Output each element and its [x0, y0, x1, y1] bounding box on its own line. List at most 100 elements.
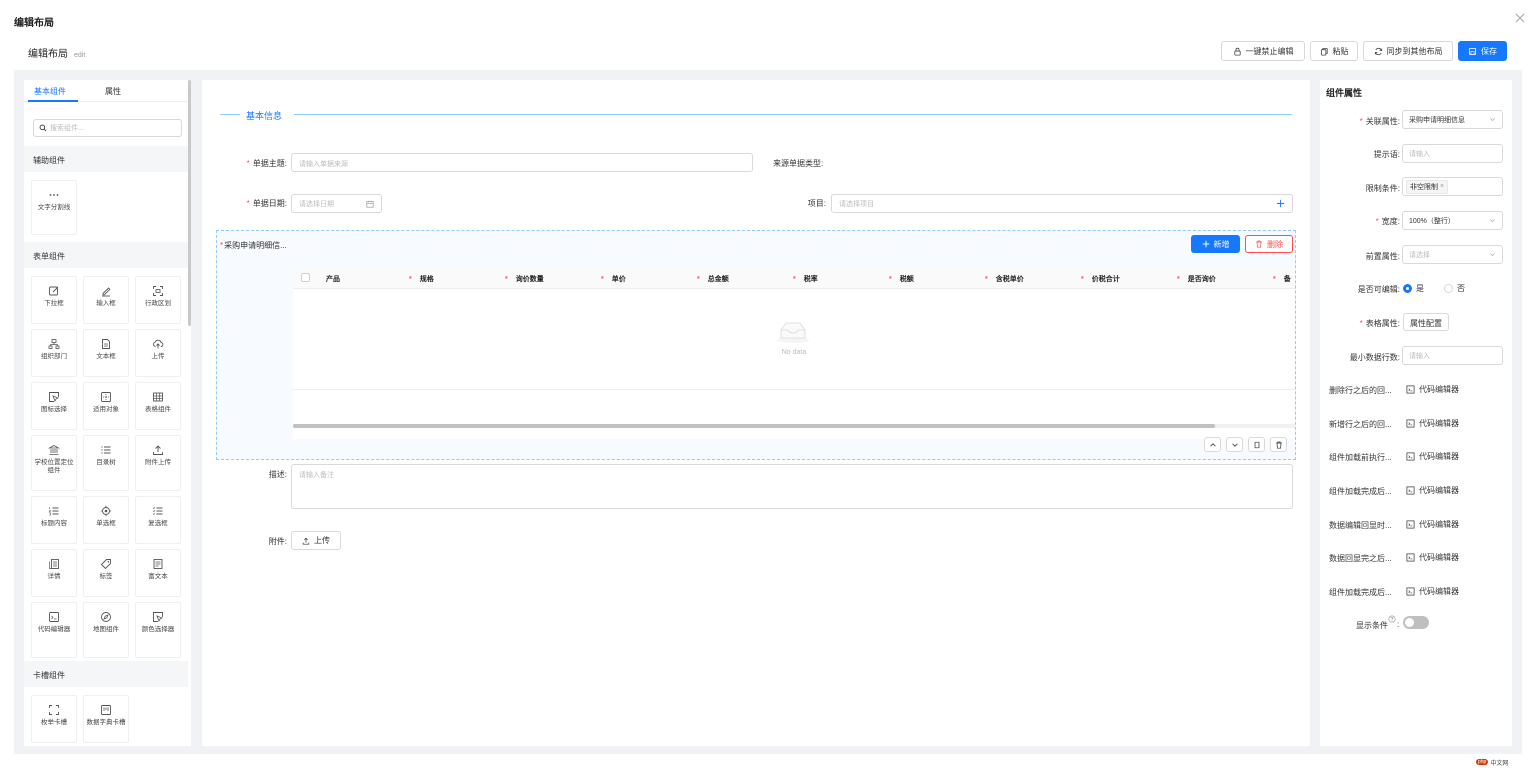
callback-label: 新增行之后的回... [1329, 420, 1392, 429]
show-cond-switch[interactable] [1403, 616, 1429, 629]
component-attachment-upload[interactable]: 附件上传 [135, 435, 181, 491]
date-picker[interactable]: 请选择日期 [291, 194, 382, 213]
horizontal-scroll-thumb[interactable] [293, 424, 1215, 428]
component-detail[interactable]: 详情 [31, 549, 77, 597]
component-title-content[interactable]: 标题内容 [31, 496, 77, 544]
save-button[interactable]: 保存 [1458, 41, 1507, 61]
properties-title: 组件属性 [1326, 88, 1363, 98]
width-value: 100%（整行） [1409, 217, 1455, 225]
project-select[interactable]: 请选择项目 [831, 194, 1293, 213]
width-select[interactable]: 100%（整行） [1402, 211, 1503, 230]
desc-textarea[interactable]: 请输入备注 [291, 464, 1293, 509]
component-label: 代码编辑器 [37, 626, 71, 633]
code-icon [1406, 587, 1415, 596]
component-map[interactable]: 地图组件 [83, 602, 129, 658]
subject-input[interactable]: 请输入单据来源 [291, 153, 753, 172]
question-circle-icon[interactable] [1388, 615, 1396, 623]
lock-icon [1233, 47, 1242, 56]
code-editor-link[interactable]: 代码编辑器 [1406, 451, 1459, 462]
sync-layout-button[interactable]: 同步到其他布局 [1363, 41, 1453, 61]
component-table[interactable]: 表格组件 [135, 382, 181, 430]
component-search-input[interactable]: 搜索组件... [33, 119, 182, 137]
layout-subheader: 编辑布局 edit [28, 45, 85, 60]
code-editor-link[interactable]: 代码编辑器 [1406, 418, 1459, 429]
upload-button[interactable]: 上传 [291, 531, 341, 550]
component-code-editor[interactable]: 代码编辑器 [31, 602, 77, 658]
component-label: 组织部门 [41, 353, 67, 360]
component-color-picker[interactable]: 颜色选择器 [135, 602, 181, 658]
component-label: 枚举卡槽 [41, 719, 67, 726]
limit-select[interactable]: 非空限制 × [1402, 177, 1503, 196]
column-header: 产品 [326, 276, 340, 283]
disable-edit-button[interactable]: 一键禁止编辑 [1221, 41, 1305, 61]
properties-panel: 组件属性 * 关联属性: 采购申请明细信息 提示语: 请输入 限制条件: 非空限制… [1320, 80, 1512, 746]
list-icon [100, 444, 112, 456]
upload-icon [302, 537, 310, 545]
empty-text: No data [781, 349, 807, 356]
component-tag[interactable]: 标签 [83, 549, 129, 597]
plus-icon[interactable] [1276, 199, 1285, 208]
table-attr-config-button[interactable]: 属性配置 [1403, 313, 1449, 331]
code-editor-link[interactable]: 代码编辑器 [1406, 384, 1459, 395]
component-checkbox[interactable]: 复选框 [135, 496, 181, 544]
component-label: 地图组件 [93, 626, 119, 633]
callback-label: 数据编辑回显时... [1329, 521, 1392, 530]
component-school-location[interactable]: 学校位置定位组件 [31, 435, 77, 491]
chevron-down-icon [1489, 217, 1496, 224]
limit-label: 限制条件: [1365, 184, 1400, 193]
prefix-select[interactable]: 请选择 [1402, 245, 1503, 264]
min-rows-input[interactable]: 请输入 [1402, 346, 1503, 365]
radio-no[interactable] [1444, 284, 1453, 293]
component-text-divider[interactable]: 文字分割线 [31, 180, 77, 235]
select-all-checkbox[interactable] [301, 273, 310, 282]
hint-input[interactable]: 请输入 [1402, 144, 1503, 163]
code-editor-link[interactable]: 代码编辑器 [1406, 485, 1459, 496]
paste-button[interactable]: 粘贴 [1310, 41, 1358, 61]
component-region[interactable]: 行政区划 [135, 276, 181, 324]
component-dir-tree[interactable]: 目录树 [83, 435, 129, 491]
trash-icon [1255, 240, 1263, 248]
component-icon-select[interactable]: 图标选择 [31, 382, 77, 430]
tab-properties[interactable]: 属性 [105, 86, 121, 97]
editable-radio-group: 是 否 [1403, 283, 1465, 294]
component-rich-text[interactable]: 富文本 [135, 549, 181, 597]
component-dict-slot[interactable]: 数据字典卡槽 [83, 695, 129, 743]
limit-tag[interactable]: 非空限制 × [1406, 179, 1449, 194]
code-editor-link[interactable]: 代码编辑器 [1406, 586, 1459, 597]
copy-component-button[interactable] [1248, 437, 1265, 452]
component-label: 输入框 [96, 300, 116, 307]
component-org-dept[interactable]: 组织部门 [31, 329, 77, 377]
code-editor-link[interactable]: 代码编辑器 [1406, 552, 1459, 563]
component-label: 学校位置定位组件 [34, 459, 74, 474]
move-up-button[interactable] [1204, 437, 1221, 452]
component-upload[interactable]: 上传 [135, 329, 181, 377]
editable-label: 是否可编辑: [1357, 285, 1400, 294]
radio-yes[interactable] [1403, 284, 1412, 293]
subject-label: * 单据主题: [246, 159, 287, 168]
tab-basic-components[interactable]: 基本组件 [34, 86, 66, 97]
component-input[interactable]: 输入框 [83, 276, 129, 324]
component-enum-slot[interactable]: 枚举卡槽 [31, 695, 77, 743]
component-textarea[interactable]: 文本框 [83, 329, 129, 377]
paste-label: 粘贴 [1332, 46, 1349, 56]
chevron-down-icon [1231, 441, 1239, 449]
detail-subtable[interactable]: *采购申请明细信... 新增 删除 产品 * 规格 * 询价数量 * 单价 * 总金额 … [216, 230, 1296, 460]
close-icon[interactable] [1513, 11, 1527, 25]
component-applicable-object[interactable]: 适用对象 [83, 382, 129, 430]
assoc-select[interactable]: 采购申请明细信息 [1402, 110, 1503, 129]
target-box-icon [100, 391, 112, 403]
component-radio[interactable]: 单选框 [83, 496, 129, 544]
horizontal-scroll-track[interactable] [293, 424, 1295, 428]
add-row-button[interactable]: 新增 [1191, 235, 1240, 253]
tag-close-icon[interactable]: × [1440, 183, 1444, 190]
delete-row-button[interactable]: 删除 [1245, 235, 1293, 253]
component-label: 目录树 [96, 459, 116, 466]
callback-label: 删除行之后的回... [1329, 386, 1392, 395]
remove-component-button[interactable] [1270, 437, 1287, 452]
palette-scrollbar[interactable] [188, 80, 191, 326]
form-canvas: 基本信息 * 单据主题: 请输入单据来源 来源单据类型: * 单据日期: 请选择日期… [202, 80, 1310, 746]
assoc-label: * 关联属性: [1359, 117, 1400, 126]
component-dropdown[interactable]: 下拉框 [31, 276, 77, 324]
code-editor-link[interactable]: 代码编辑器 [1406, 519, 1459, 530]
move-down-button[interactable] [1226, 437, 1243, 452]
